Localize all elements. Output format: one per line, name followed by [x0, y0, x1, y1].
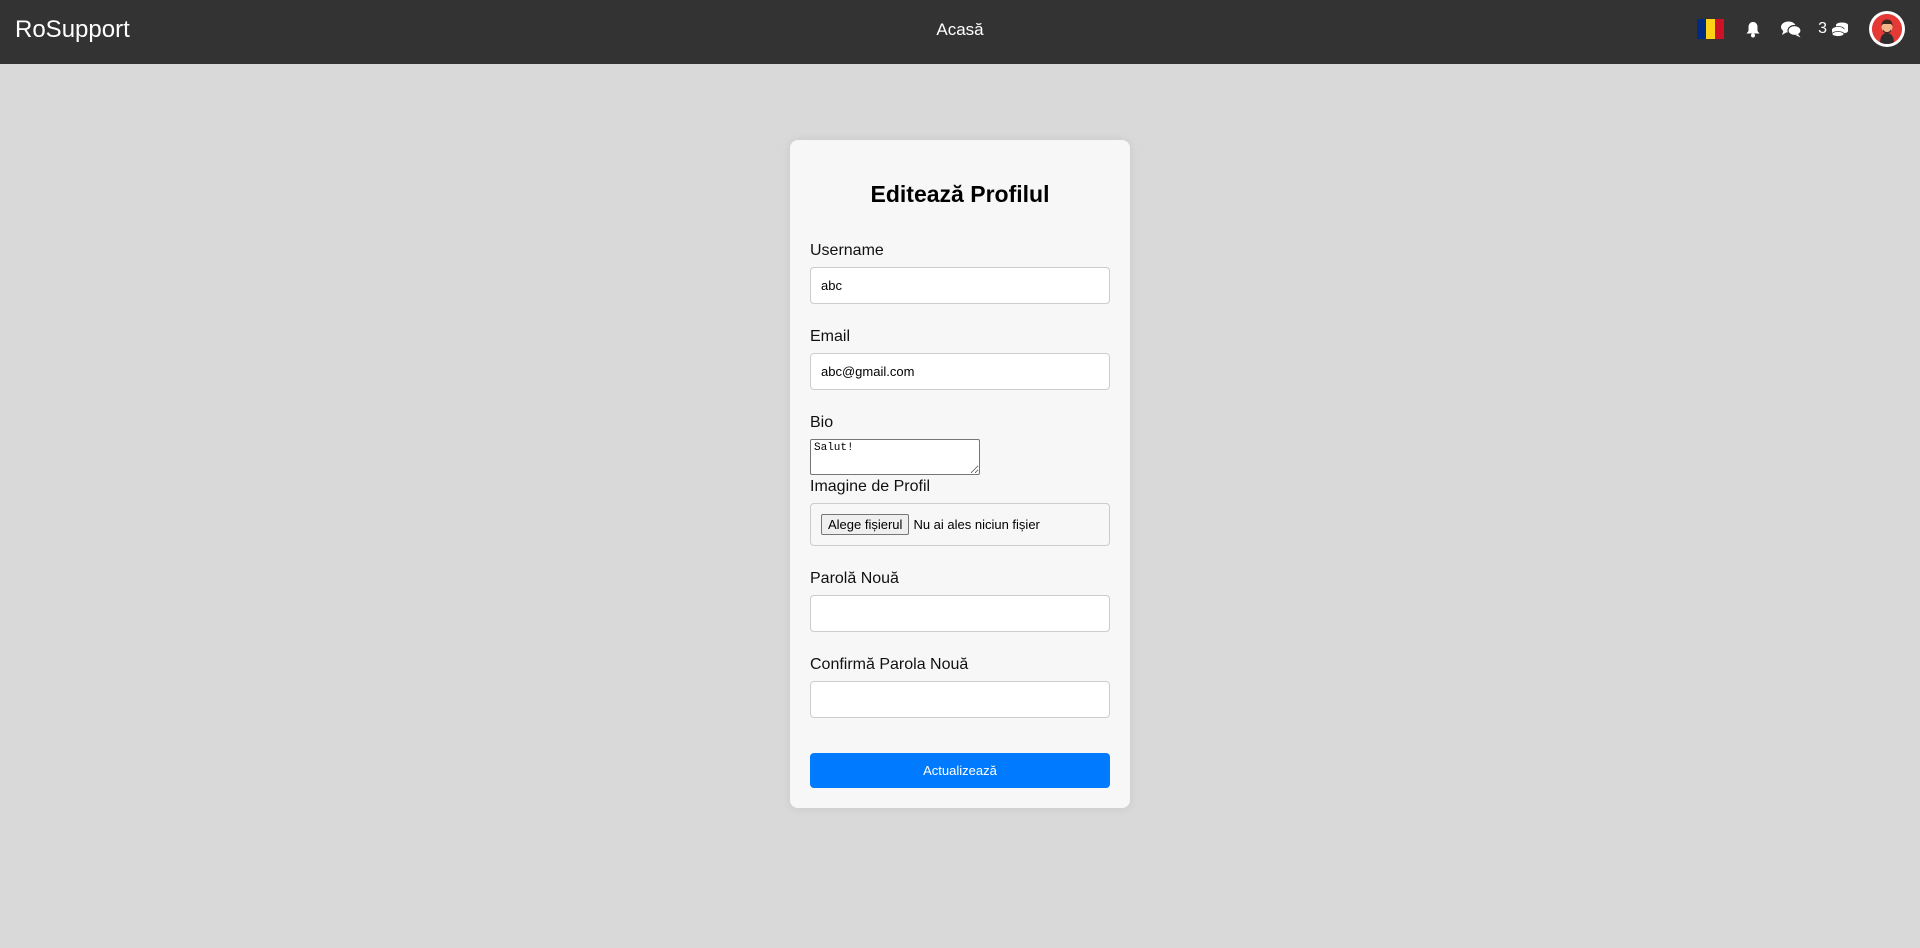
update-button[interactable]: Actualizează [810, 753, 1110, 788]
flag-stripe-yellow [1706, 19, 1716, 39]
home-link[interactable]: Acasă [936, 20, 983, 39]
confirm-password-input[interactable] [810, 681, 1110, 718]
profile-image-label: Imagine de Profil [810, 478, 931, 495]
email-label: Email [810, 328, 851, 345]
email-input[interactable] [810, 353, 1110, 390]
edit-profile-card: Editează Profilul Username Email Bio Sal… [790, 140, 1130, 808]
romania-flag-icon[interactable] [1697, 19, 1725, 39]
chat-icon[interactable] [1779, 19, 1803, 39]
brand-logo-link[interactable]: RoSupport [15, 15, 130, 45]
username-label: Username [810, 242, 884, 259]
bio-label: Bio [810, 414, 834, 431]
file-status-text: Nu ai ales niciun fișier [913, 517, 1040, 532]
username-input[interactable] [810, 267, 1110, 304]
coins-balance[interactable]: 3 [1818, 19, 1849, 39]
new-password-input[interactable] [810, 595, 1110, 632]
coins-icon [1831, 20, 1849, 38]
nav-right-group: 3 [1697, 11, 1905, 47]
top-navbar: RoSupport Acasă 3 [0, 0, 1920, 64]
page-title: Editează Profilul [870, 181, 1050, 207]
choose-file-button[interactable]: Alege fișierul [821, 514, 910, 535]
nav-center: Acasă [0, 19, 1920, 41]
flag-stripe-blue [1697, 19, 1707, 39]
coins-count: 3 [1818, 20, 1827, 37]
bell-icon[interactable] [1743, 19, 1763, 39]
bio-textarea[interactable]: Salut! [810, 439, 980, 475]
new-password-label: Parolă Nouă [810, 570, 899, 587]
flag-stripe-red [1715, 19, 1725, 39]
profile-image-file-input: Alege fișierul Nu ai ales niciun fișier [810, 503, 1110, 546]
avatar-icon [1872, 14, 1902, 44]
confirm-password-label: Confirmă Parola Nouă [810, 656, 969, 673]
user-avatar[interactable] [1869, 11, 1905, 47]
